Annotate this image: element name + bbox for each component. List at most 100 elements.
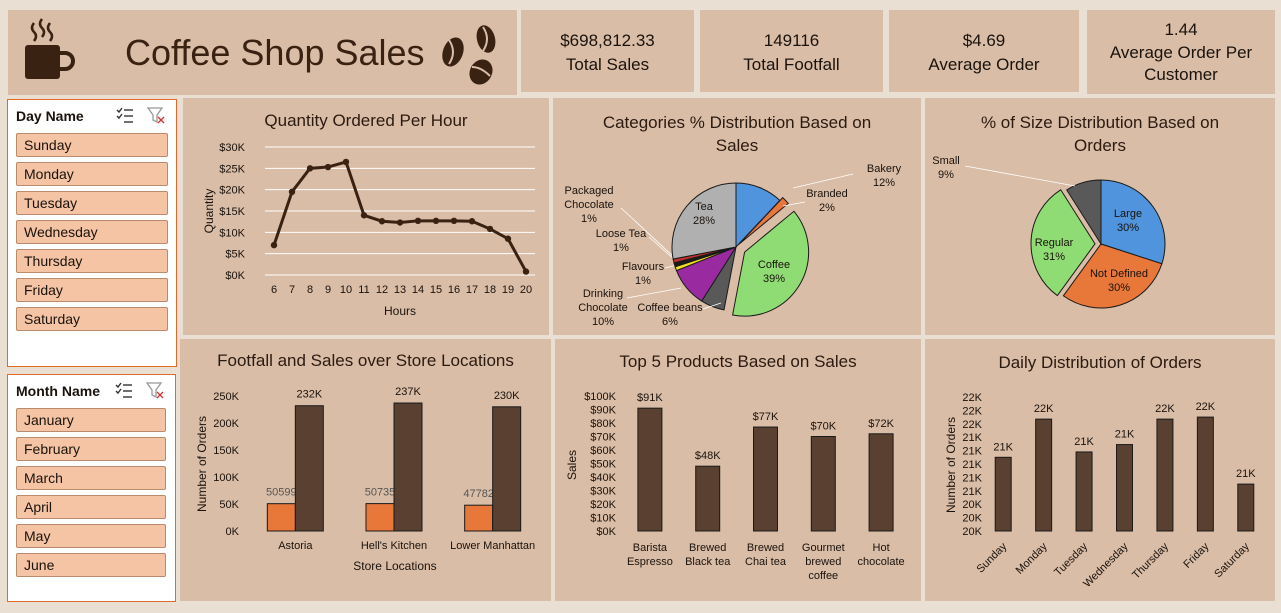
x-axis-label: Hours: [384, 304, 416, 318]
data-label: 21K: [1074, 436, 1094, 448]
bar: [294, 405, 324, 532]
bar: [1116, 444, 1133, 532]
y-axis-label: Quantity: [202, 189, 216, 234]
slicer-item-june[interactable]: June: [16, 553, 166, 577]
x-axis-label: Store Locations: [353, 559, 436, 573]
x-tick-label: 9: [325, 284, 331, 296]
y-tick-label: 100K: [213, 472, 239, 484]
data-label: $77K: [753, 411, 779, 423]
data-label: 50735: [365, 487, 396, 499]
kpi-total-footfall: 149116 Total Footfall: [700, 10, 883, 92]
x-tick-label: 16: [448, 284, 460, 296]
y-tick-label: 22K: [962, 405, 982, 417]
multi-select-icon[interactable]: [114, 381, 134, 399]
clear-filter-icon[interactable]: [146, 106, 166, 124]
slicer-item-sunday[interactable]: Sunday: [16, 133, 168, 157]
slicer-item-wednesday[interactable]: Wednesday: [16, 220, 168, 244]
y-tick-label: $20K: [590, 499, 616, 511]
slice-label: Flavours 1%: [622, 261, 665, 287]
data-point: [288, 188, 296, 195]
x-tick-label: 15: [430, 284, 442, 296]
data-label: 50599: [266, 487, 297, 499]
y-tick-label: 150K: [213, 445, 239, 457]
slicer-item-april[interactable]: April: [16, 495, 166, 519]
slice-label: Loose Tea 1%: [596, 228, 647, 254]
slicer-item-may[interactable]: May: [16, 524, 166, 548]
bar: [464, 504, 494, 532]
slicer-item-tuesday[interactable]: Tuesday: [16, 191, 168, 215]
bar: [492, 406, 522, 532]
slicer-item-monday[interactable]: Monday: [16, 162, 168, 186]
data-point: [504, 235, 512, 242]
slicer-item-january[interactable]: January: [16, 408, 166, 432]
data-label: 22K: [1196, 401, 1216, 413]
y-tick-label: 21K: [962, 446, 982, 458]
y-tick-label: 20K: [962, 499, 982, 511]
x-tick-label: Hell's Kitchen: [361, 540, 427, 552]
multi-select-icon[interactable]: [115, 106, 135, 124]
x-tick-label: Thursday: [1130, 540, 1171, 581]
y-tick-label: 22K: [962, 392, 982, 404]
y-tick-label: 22K: [962, 419, 982, 431]
coffee-beans-icon: [442, 25, 496, 85]
bar: [994, 456, 1012, 532]
x-tick-label: Monday: [1014, 540, 1051, 577]
x-tick-label: 8: [307, 284, 313, 296]
data-label: 237K: [395, 386, 421, 398]
data-point: [396, 219, 404, 226]
slicer-item-march[interactable]: March: [16, 466, 166, 490]
clear-filter-icon[interactable]: [145, 381, 165, 399]
slicer-item-thursday[interactable]: Thursday: [16, 249, 168, 273]
y-tick-label: $10K: [219, 227, 245, 239]
x-tick-label: 18: [484, 284, 496, 296]
y-tick-label: 21K: [962, 432, 982, 444]
y-tick-label: $100K: [584, 391, 616, 403]
locations-chart-panel: Footfall and Sales over Store Locations …: [180, 339, 551, 601]
products-bar-chart: $0K$10K$20K$30K$40K$50K$60K$70K$80K$90K$…: [565, 391, 905, 582]
coffee-cup-icon: [25, 18, 75, 79]
y-tick-label: 21K: [962, 486, 982, 498]
kpi-value: 1.44: [1164, 20, 1198, 39]
bar: [810, 436, 836, 532]
kpi-value: $698,812.33: [560, 31, 655, 50]
daily-bar-chart: 20K20K20K21K21K21K21K21K22K22K22K21KSund…: [944, 392, 1256, 590]
y-tick-label: $15K: [219, 206, 245, 218]
y-tick-label: 200K: [213, 418, 239, 430]
slicer-item-february[interactable]: February: [16, 437, 166, 461]
slice-label: Drinking Chocolate 10%: [578, 288, 628, 328]
slicer-item-saturday[interactable]: Saturday: [16, 307, 168, 331]
y-tick-label: $70K: [590, 432, 616, 444]
x-tick-label: 7: [289, 284, 295, 296]
data-label: 22K: [1155, 403, 1175, 415]
bar: [1035, 418, 1053, 532]
locations-bar-chart: 0K 50K 100K 150K 200K 250K 50599 232K Astoria 507…: [195, 386, 535, 573]
bar: [1156, 418, 1174, 532]
x-tick-label: Lower Manhattan: [450, 540, 535, 552]
y-tick-label: $40K: [590, 472, 616, 484]
kpi-label: Average Order: [928, 55, 1040, 74]
data-label: $70K: [810, 421, 836, 433]
series-line: [272, 160, 528, 273]
y-tick-label: $25K: [219, 163, 245, 175]
x-tick-label: Sunday: [974, 540, 1009, 575]
x-tick-label: 6: [271, 284, 277, 296]
y-tick-label: 0K: [226, 526, 240, 538]
x-tick-label: Tuesday: [1052, 540, 1090, 578]
y-tick-label: $80K: [590, 418, 616, 430]
leader-line: [648, 236, 676, 261]
x-tick-label: 12: [376, 284, 388, 296]
kpi-label: Average Order Per Customer: [1109, 43, 1253, 84]
kpi-label: Total Sales: [565, 55, 650, 74]
day-slicer: Day Name Sunday Monday Tuesday Wednesday…: [7, 99, 177, 367]
bar: [1196, 416, 1214, 532]
leader-line: [626, 287, 682, 299]
data-point: [486, 225, 494, 233]
hourly-chart-panel: Quantity Ordered Per Hour $0K $5K $10K $15K…: [183, 98, 549, 335]
bar: [637, 407, 663, 532]
data-point: [522, 268, 530, 275]
y-tick-label: $50K: [590, 459, 616, 471]
kpi-label: Total Footfall: [743, 55, 840, 74]
y-tick-label: 21K: [962, 459, 982, 471]
y-tick-label: 20K: [962, 513, 982, 525]
slicer-item-friday[interactable]: Friday: [16, 278, 168, 302]
